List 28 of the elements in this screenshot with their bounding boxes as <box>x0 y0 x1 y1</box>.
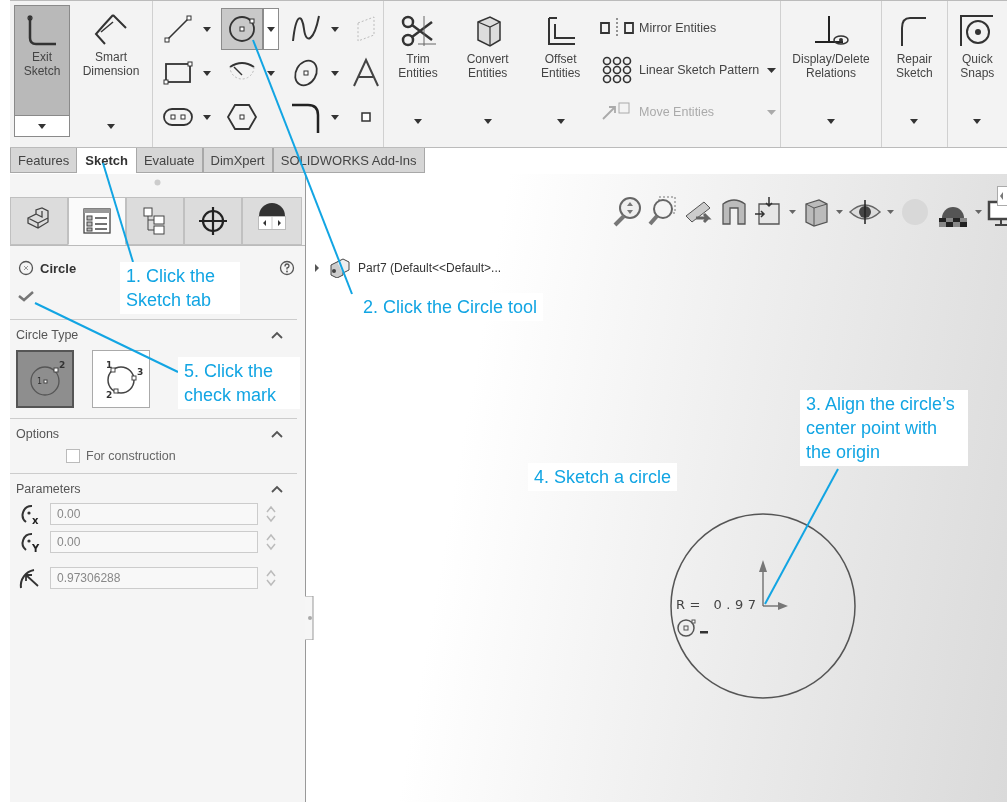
callout-text: 1. Click the Sketch tab <box>120 262 240 314</box>
section-heading: Circle Type <box>16 328 79 342</box>
parameter-field[interactable]: 0.00 <box>50 531 258 553</box>
ribbon-tab[interactable]: Features <box>10 148 78 173</box>
callout-text: 5. Click the check mark <box>178 357 300 409</box>
repair-sketch-button[interactable]: Repair Sketch <box>886 5 943 137</box>
ribbon-tab[interactable]: Evaluate <box>135 148 203 173</box>
callout-text: 3. Align the circle’s center point with the origin <box>800 390 968 466</box>
perimeter-circle-button[interactable]: 1 3 2 <box>92 350 150 408</box>
tree-item[interactable]: Part7 (Default<<Default>... <box>358 261 502 275</box>
offset-entities-button[interactable]: Offset Entities <box>529 5 593 137</box>
callout-text: 4. Sketch a circle <box>528 463 678 491</box>
trim-entities-button[interactable]: Trim Entities <box>390 5 447 137</box>
ribbon-tab[interactable]: DimXpert <box>202 148 273 173</box>
exit-sketch-button[interactable]: Exit Sketch <box>14 5 70 137</box>
radius-dimension: R= 0.97 <box>676 597 756 612</box>
section-heading: Options <box>16 427 60 441</box>
display-delete-relations-button[interactable]: Display/Delete Relations <box>785 5 877 137</box>
mirror-button[interactable]: Mirror Entities <box>598 16 718 40</box>
parameter-field[interactable]: 0.00 <box>50 503 258 525</box>
center-circle-button[interactable]: 1 2 <box>16 350 74 408</box>
quick-snaps-button[interactable]: Quick Snaps <box>951 5 1003 137</box>
pattern-button[interactable]: Linear Sketch Pattern <box>598 55 761 85</box>
convert-entities-button[interactable]: Convert Entities <box>452 5 524 137</box>
section-heading: Parameters <box>16 482 81 496</box>
checkbox-label: For construction <box>86 449 176 463</box>
panel-title: Circle <box>40 260 77 276</box>
smart-dimension-button[interactable]: Smart Dimension <box>74 5 148 137</box>
